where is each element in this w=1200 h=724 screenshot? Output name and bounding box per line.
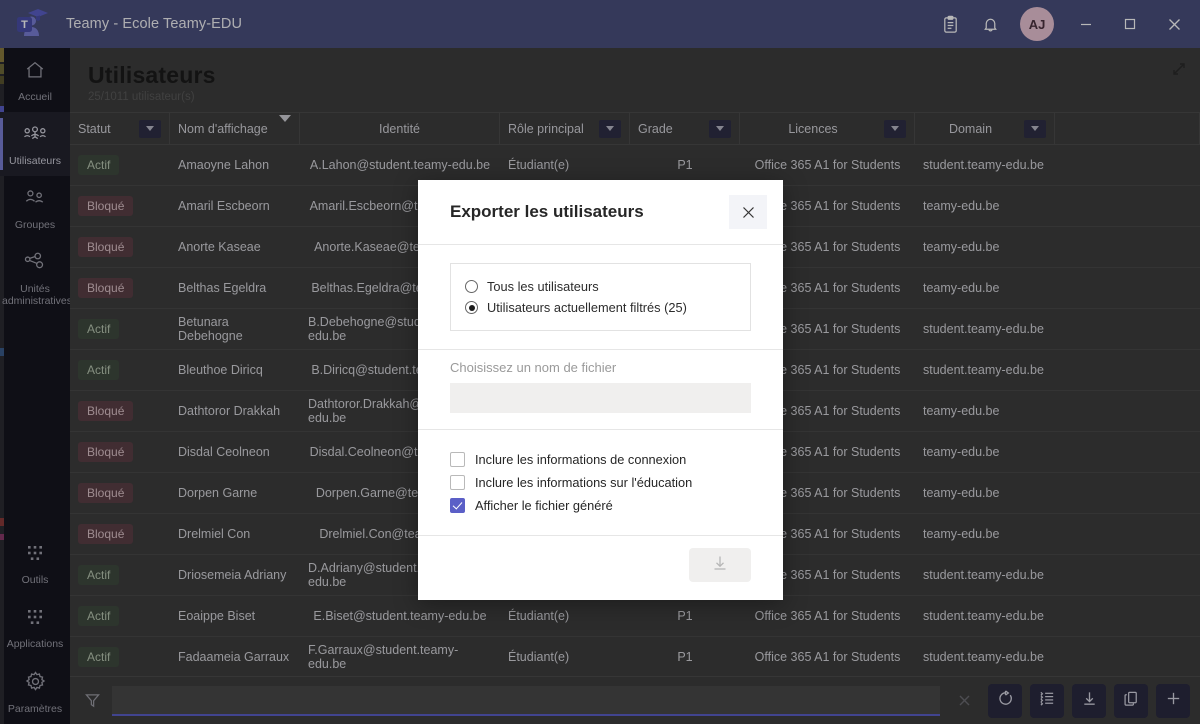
scope-radio-group: Tous les utilisateurs Utilisateurs actue… bbox=[450, 263, 751, 331]
radio-option-filtered-users[interactable]: Utilisateurs actuellement filtrés (25) bbox=[465, 297, 736, 318]
filename-section: Choisissez un nom de fichier bbox=[418, 350, 783, 429]
dialog-footer bbox=[418, 536, 783, 600]
checkbox-label: Inclure les informations sur l'éducation bbox=[475, 475, 693, 490]
filename-label: Choisissez un nom de fichier bbox=[450, 360, 617, 375]
checkbox-inclure-connexion[interactable]: Inclure les informations de connexion bbox=[450, 448, 751, 471]
checkbox-inclure-education[interactable]: Inclure les informations sur l'éducation bbox=[450, 471, 751, 494]
checkbox-indicator bbox=[450, 498, 465, 513]
radio-indicator bbox=[465, 301, 478, 314]
radio-option-all-users[interactable]: Tous les utilisateurs bbox=[465, 276, 736, 297]
checkbox-label: Afficher le fichier généré bbox=[475, 498, 613, 513]
checkbox-label: Inclure les informations de connexion bbox=[475, 452, 687, 467]
checkbox-indicator bbox=[450, 452, 465, 467]
radio-label: Utilisateurs actuellement filtrés (25) bbox=[487, 300, 687, 315]
download-button[interactable] bbox=[689, 548, 751, 582]
options-section: Inclure les informations de connexion In… bbox=[418, 430, 783, 535]
close-icon[interactable] bbox=[729, 195, 767, 229]
scope-section: Tous les utilisateurs Utilisateurs actue… bbox=[418, 245, 783, 349]
dialog-header: Exporter les utilisateurs bbox=[418, 180, 783, 245]
radio-indicator bbox=[465, 280, 478, 293]
radio-label: Tous les utilisateurs bbox=[487, 279, 599, 294]
checkbox-indicator bbox=[450, 475, 465, 490]
filename-input[interactable] bbox=[450, 383, 751, 413]
dialog-title: Exporter les utilisateurs bbox=[450, 202, 644, 221]
download-icon bbox=[711, 554, 729, 577]
app-window: T Teamy - Ecole Teamy-EDU AJ Accueil Uti… bbox=[0, 0, 1200, 724]
export-users-dialog: Exporter les utilisateurs Tous les utili… bbox=[418, 180, 783, 600]
checkbox-afficher-fichier[interactable]: Afficher le fichier généré bbox=[450, 494, 751, 517]
